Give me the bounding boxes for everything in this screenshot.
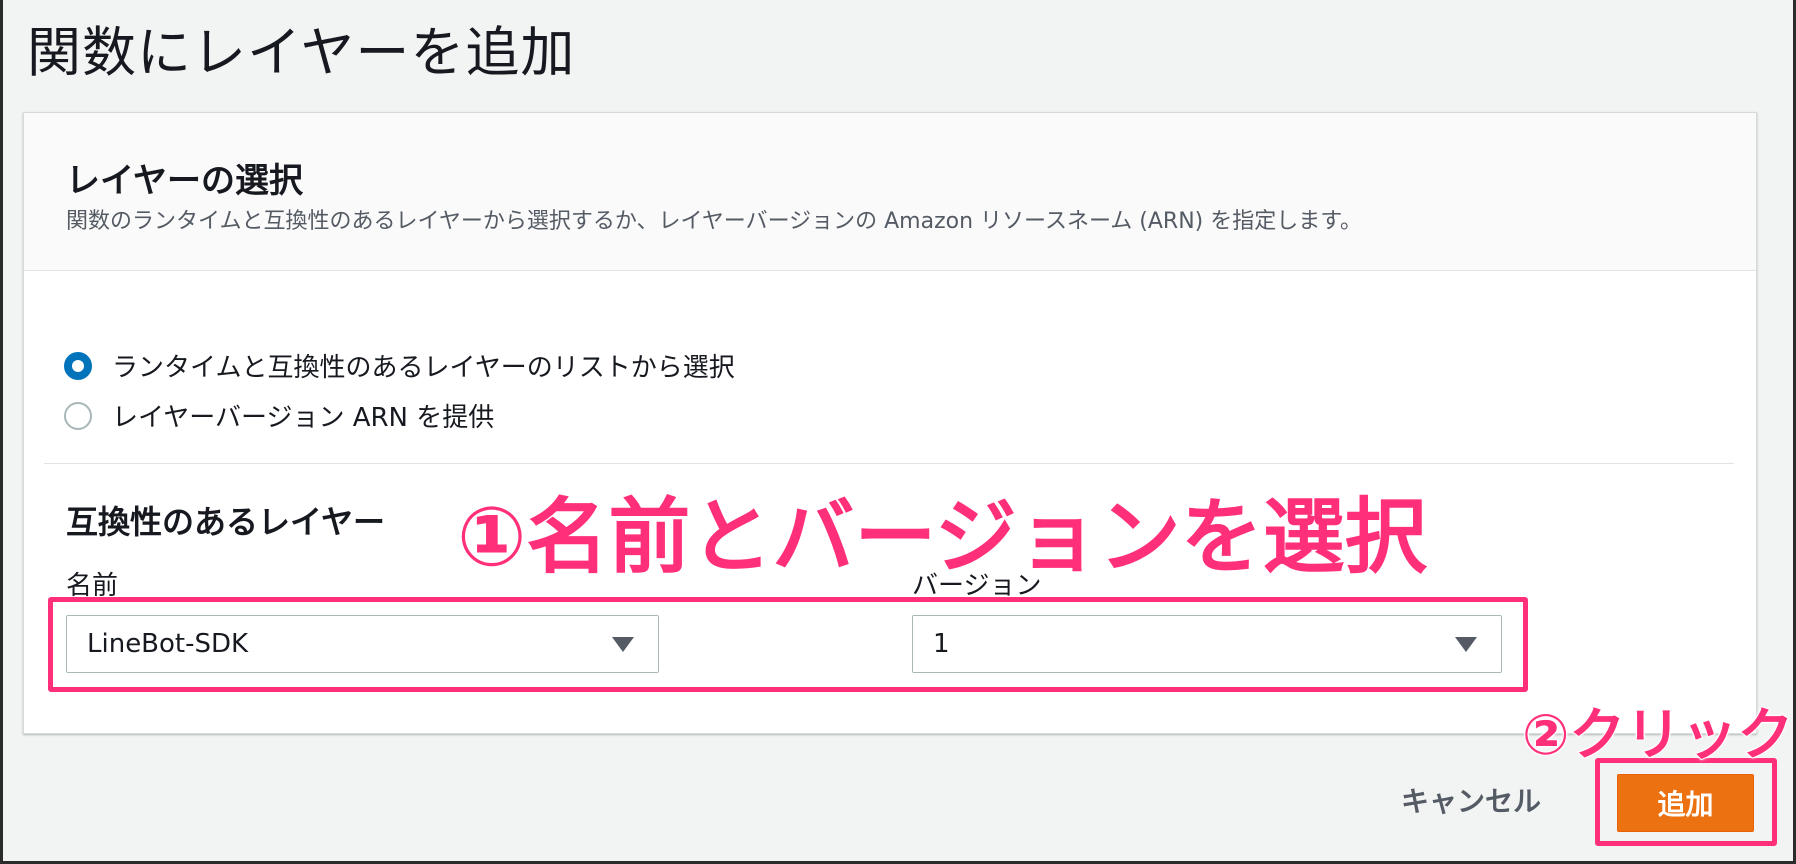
name-label: 名前 — [66, 571, 119, 601]
panel-title: レイヤーの選択 — [66, 161, 303, 201]
add-button[interactable]: 追加 — [1617, 774, 1754, 832]
version-select[interactable]: 1 — [912, 615, 1502, 673]
layer-selection-panel: レイヤーの選択 関数のランタイムと互換性のあるレイヤーから選択するか、レイヤーバ… — [23, 112, 1757, 734]
panel-description: 関数のランタイムと互換性のあるレイヤーから選択するか、レイヤーバージョンの Am… — [66, 209, 1363, 234]
panel-header: レイヤーの選択 関数のランタイムと互換性のあるレイヤーから選択するか、レイヤーバ… — [24, 113, 1756, 271]
cancel-button[interactable]: キャンセル — [1401, 780, 1541, 820]
caret-down-icon — [1455, 637, 1477, 652]
radio-option-runtime-list[interactable]: ランタイムと互換性のあるレイヤーのリストから選択 — [64, 347, 735, 384]
radio-option-arn[interactable]: レイヤーバージョン ARN を提供 — [64, 397, 494, 434]
name-select-value: LineBot-SDK — [87, 629, 249, 659]
window-frame: 関数にレイヤーを追加 レイヤーの選択 関数のランタイムと互換性のあるレイヤーから… — [3, 0, 1794, 861]
radio-option-label: ランタイムと互換性のあるレイヤーのリストから選択 — [112, 353, 735, 383]
name-select[interactable]: LineBot-SDK — [66, 615, 659, 673]
annotation-step2-text: ②クリック — [1521, 702, 1794, 769]
compatible-layers-title: 互換性のあるレイヤー — [66, 503, 386, 541]
section-divider — [44, 463, 1734, 464]
radio-selected-icon[interactable] — [64, 351, 92, 380]
version-select-value: 1 — [933, 629, 950, 659]
radio-option-label: レイヤーバージョン ARN を提供 — [112, 403, 495, 433]
caret-down-icon — [612, 637, 634, 652]
radio-unselected-icon[interactable] — [64, 401, 92, 430]
annotation-step1-text: ①名前とバージョンを選択 — [456, 489, 1428, 586]
page-title: 関数にレイヤーを追加 — [27, 21, 576, 84]
